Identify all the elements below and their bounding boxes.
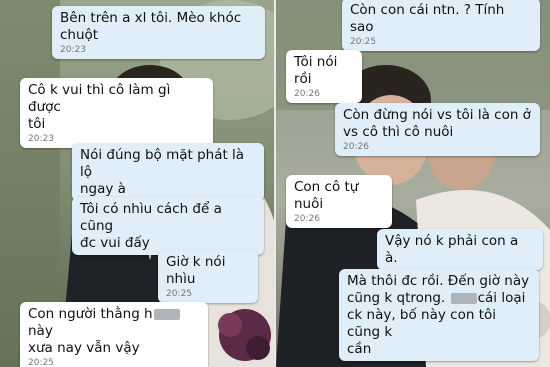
message-bubble-outgoing: Nói đúng bộ mặt phát là lộ ngay à	[72, 143, 264, 201]
message-text: Còn đừng nói vs tôi là con ở vs cô thì c…	[343, 107, 531, 140]
message-bubble-outgoing: Vậy nó k phải con a à.	[377, 229, 543, 270]
censored-blur	[153, 308, 180, 320]
right-chat-screenshot: Còn con cái ntn. ? Tính sao 20:25 Tôi nó…	[276, 0, 550, 367]
message-text: Tôi nói rồi	[294, 54, 338, 87]
message-bubble-incoming: Cô k vui thì cô làm gì được tôi 20:23	[20, 78, 213, 148]
message-time: 20:26	[294, 214, 320, 224]
message-bubble-outgoing: Bên trên a xl tôi. Mèo khóc chuột 20:23	[52, 6, 265, 59]
message-text: Tôi có nhìu cách để a cũng đc vui đấy	[80, 201, 222, 251]
message-bubble-outgoing: Mà thôi đc rồi. Đến giờ này cũng k qtron…	[339, 269, 539, 361]
censored-blur	[450, 292, 477, 304]
message-bubble-outgoing: Còn đừng nói vs tôi là con ở vs cô thì c…	[335, 103, 540, 156]
message-time: 20:23	[60, 45, 86, 55]
message-text: Còn con cái ntn. ? Tính sao	[350, 2, 505, 35]
message-bubble-incoming: Con người thằng hnày xưa nay vẫn vậy 20:…	[20, 302, 208, 367]
message-time: 20:26	[343, 142, 369, 152]
message-text: Vậy nó k phải con a à.	[385, 233, 519, 266]
message-text: Con người thằng hnày xưa nay vẫn vậy	[28, 306, 200, 357]
message-text-part: này xưa nay vẫn vậy	[28, 323, 140, 356]
message-bubble-outgoing: Còn con cái ntn. ? Tính sao 20:25	[342, 0, 540, 51]
message-text: Nói đúng bộ mặt phát là lộ ngay à	[80, 147, 245, 197]
message-text: Mà thôi đc rồi. Đến giờ này cũng k qtron…	[347, 273, 531, 358]
message-bubble-incoming: Tôi nói rồi 20:26	[286, 50, 362, 103]
message-text: Con cô tự nuôi	[294, 179, 359, 212]
message-text: Giờ k nói nhìu	[166, 254, 226, 287]
message-time: 20:25	[350, 37, 376, 47]
message-time: 20:26	[294, 89, 320, 99]
message-text: Bên trên a xl tôi. Mèo khóc chuột	[60, 10, 242, 43]
message-bubble-outgoing: Giờ k nói nhìu 20:25	[158, 250, 258, 303]
message-bubble-incoming: Con cô tự nuôi 20:26	[286, 175, 392, 228]
left-chat-screenshot: Bên trên a xl tôi. Mèo khóc chuột 20:23 …	[0, 0, 274, 367]
message-time: 20:25	[166, 289, 192, 299]
message-text: Cô k vui thì cô làm gì được tôi	[28, 82, 171, 132]
message-text-part: Con người thằng h	[28, 306, 153, 322]
message-bubble-outgoing: Tôi có nhìu cách để a cũng đc vui đấy	[72, 197, 264, 255]
message-time: 20:25	[28, 358, 54, 367]
